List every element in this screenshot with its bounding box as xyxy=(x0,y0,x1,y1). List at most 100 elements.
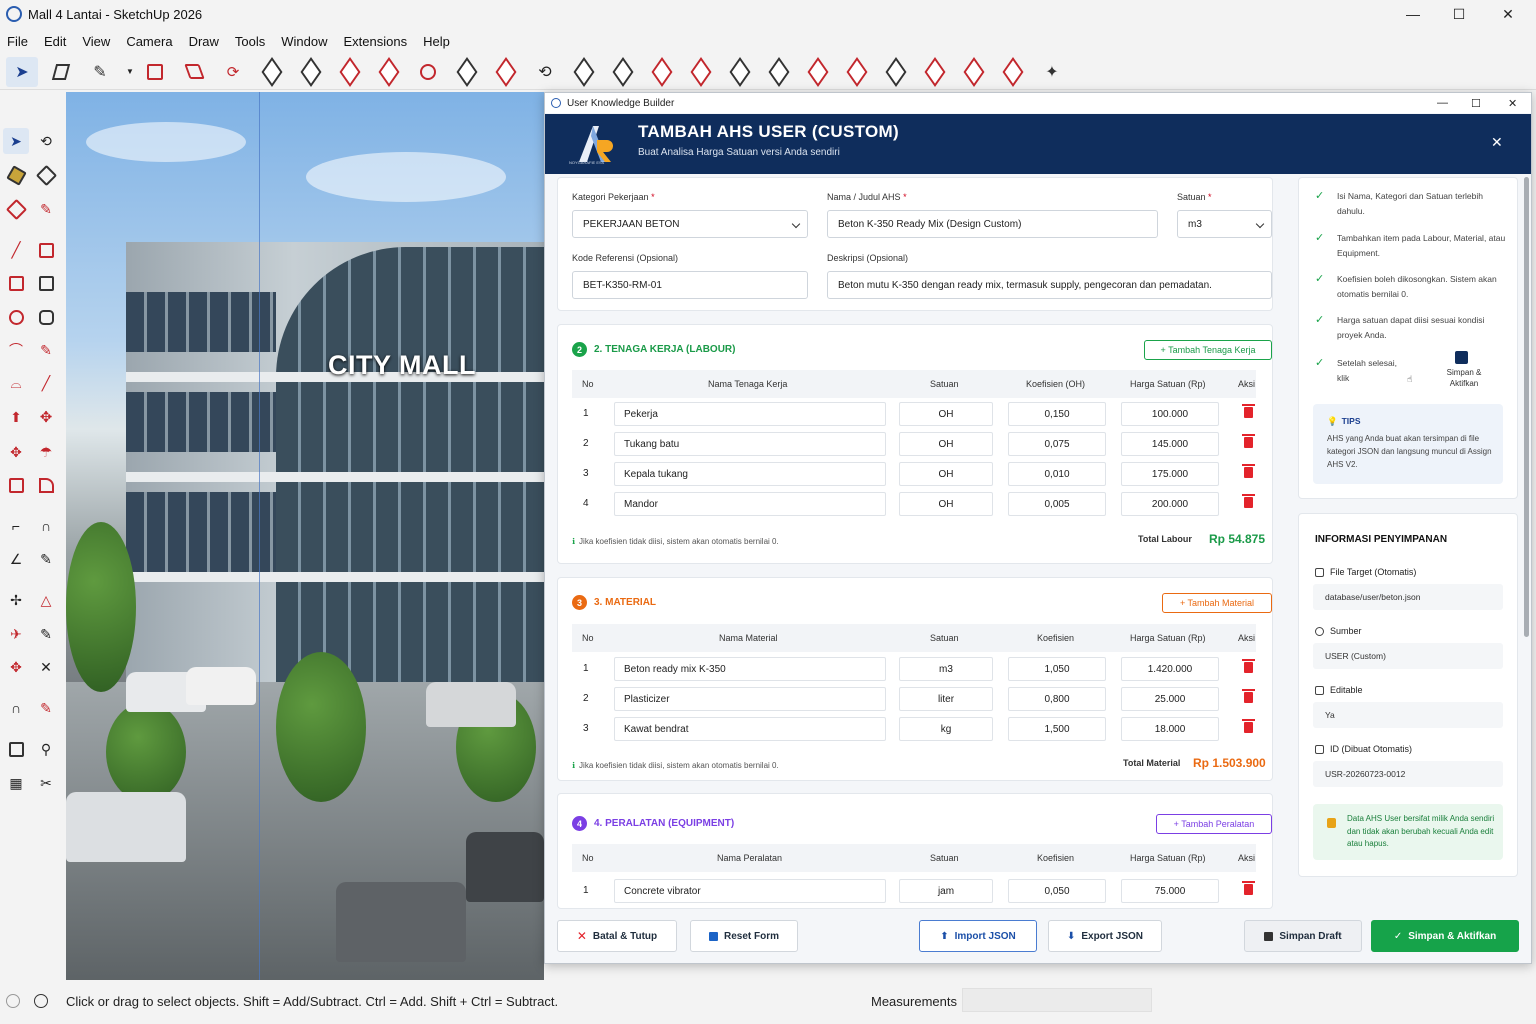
labour-name-input[interactable]: Tukang batu xyxy=(614,432,886,456)
pencil-dropdown-icon[interactable]: ▼ xyxy=(123,57,137,87)
material-coef-input[interactable]: 0,800 xyxy=(1008,687,1106,711)
material-name-input[interactable]: Beton ready mix K-350 xyxy=(614,657,886,681)
scale-icon[interactable] xyxy=(3,472,29,498)
axes-icon[interactable]: ✢ xyxy=(3,587,29,613)
circle-icon[interactable] xyxy=(3,304,29,330)
model-viewport[interactable]: CITY MALL xyxy=(66,92,544,980)
material-price-input[interactable]: 18.000 xyxy=(1121,717,1219,741)
menu-edit[interactable]: Edit xyxy=(44,34,66,49)
material-coef-input[interactable]: 1,050 xyxy=(1008,657,1106,681)
trash-icon[interactable] xyxy=(1242,464,1255,478)
equipment-name-input[interactable]: Concrete vibrator xyxy=(614,879,886,903)
trash-icon[interactable] xyxy=(1242,659,1255,673)
orbit-icon[interactable]: ✈ xyxy=(3,621,29,647)
labour-price-input[interactable]: 200.000 xyxy=(1121,492,1219,516)
labour-coef-input[interactable]: 0,010 xyxy=(1008,462,1106,486)
3d-text-icon[interactable]: △ xyxy=(33,587,59,613)
status-credits-icon[interactable] xyxy=(34,994,48,1008)
material-unit-input[interactable]: liter xyxy=(899,687,993,711)
look-around-icon[interactable]: ✎ xyxy=(33,695,59,721)
menu-view[interactable]: View xyxy=(82,34,110,49)
pan-icon[interactable]: ✎ xyxy=(33,621,59,647)
satuan-select[interactable]: m3 xyxy=(1177,210,1272,238)
add-equipment-button[interactable]: + Tambah Peralatan xyxy=(1156,814,1272,834)
polygon-icon[interactable] xyxy=(33,304,59,330)
labour-unit-input[interactable]: OH xyxy=(899,432,993,456)
deskripsi-input[interactable]: Beton mutu K-350 dengan ready mix, terma… xyxy=(827,271,1272,299)
material-name-input[interactable]: Kawat bendrat xyxy=(614,717,886,741)
component-5-icon[interactable] xyxy=(451,56,483,87)
measurements-input[interactable] xyxy=(962,988,1152,1012)
component-13-icon[interactable] xyxy=(802,56,834,87)
dialog-maximize-button[interactable]: ☐ xyxy=(1471,97,1481,110)
export-json-button[interactable]: ⬇ Export JSON xyxy=(1048,920,1162,952)
labour-coef-input[interactable]: 0,005 xyxy=(1008,492,1106,516)
trash-icon[interactable] xyxy=(1242,689,1255,703)
menu-draw[interactable]: Draw xyxy=(189,34,219,49)
cancel-close-button[interactable]: ✕ Batal & Tutup xyxy=(557,920,677,952)
freehand-arc-icon[interactable]: ╱ xyxy=(33,370,59,396)
component-8-icon[interactable] xyxy=(607,56,639,87)
rotate-component-icon[interactable]: ⟲ xyxy=(529,57,561,87)
offset-icon[interactable] xyxy=(33,472,59,498)
menu-help[interactable]: Help xyxy=(423,34,450,49)
labour-unit-input[interactable]: OH xyxy=(899,402,993,426)
reset-form-button[interactable]: Reset Form xyxy=(690,920,798,952)
walk-icon[interactable]: ∩ xyxy=(3,695,29,721)
component-15-icon[interactable] xyxy=(880,56,912,87)
component-12-icon[interactable] xyxy=(763,56,795,87)
component-18-icon[interactable] xyxy=(997,56,1029,87)
arc2-icon[interactable]: ✎ xyxy=(33,337,59,363)
pencil-tool-icon[interactable]: ✎ xyxy=(84,57,116,87)
material-name-input[interactable]: Plasticizer xyxy=(614,687,886,711)
equipment-coef-input[interactable]: 0,050 xyxy=(1008,879,1106,903)
dimension-icon[interactable]: ∩ xyxy=(33,513,59,539)
tools-icon[interactable]: ✂ xyxy=(33,770,59,796)
dialog-minimize-button[interactable]: — xyxy=(1437,97,1448,109)
minimize-button[interactable]: — xyxy=(1390,0,1436,28)
component-6-icon[interactable] xyxy=(490,56,522,87)
labour-price-input[interactable]: 175.000 xyxy=(1121,462,1219,486)
rotate-icon[interactable]: ✥ xyxy=(3,439,29,465)
pushpull-tool-icon[interactable] xyxy=(178,57,210,87)
dialog-close-window-button[interactable]: ✕ xyxy=(1508,97,1517,110)
line-icon[interactable]: ╱ xyxy=(3,237,29,263)
pie-icon[interactable]: ⌓ xyxy=(3,370,29,396)
equipment-price-input[interactable]: 75.000 xyxy=(1121,879,1219,903)
trash-icon[interactable] xyxy=(1242,434,1255,448)
labour-name-input[interactable]: Mandor xyxy=(614,492,886,516)
material-unit-input[interactable]: m3 xyxy=(899,657,993,681)
pushpull-icon[interactable]: ⬆ xyxy=(3,404,29,430)
kode-input[interactable]: BET-K350-RM-01 xyxy=(572,271,808,299)
material-price-input[interactable]: 25.000 xyxy=(1121,687,1219,711)
component-9-icon[interactable] xyxy=(646,56,678,87)
material-price-input[interactable]: 1.420.000 xyxy=(1121,657,1219,681)
labour-coef-input[interactable]: 0,075 xyxy=(1008,432,1106,456)
trash-icon[interactable] xyxy=(1242,881,1255,895)
labour-name-input[interactable]: Pekerja xyxy=(614,402,886,426)
menu-camera[interactable]: Camera xyxy=(126,34,172,49)
sandbox-icon[interactable]: ▦ xyxy=(3,770,29,796)
dialog-scrollbar[interactable] xyxy=(1522,175,1531,915)
header-close-icon[interactable]: ✕ xyxy=(1491,134,1503,151)
rectangle-tool-icon[interactable] xyxy=(139,57,171,87)
labour-name-input[interactable]: Kepala tukang xyxy=(614,462,886,486)
labour-price-input[interactable]: 145.000 xyxy=(1121,432,1219,456)
text-icon[interactable]: ✎ xyxy=(33,546,59,572)
arc-icon[interactable]: ⌒ xyxy=(3,337,29,363)
trash-icon[interactable] xyxy=(1242,719,1255,733)
lasso-icon[interactable]: ⟲ xyxy=(33,128,59,154)
rectangle-icon[interactable] xyxy=(33,237,59,263)
component-7-icon[interactable] xyxy=(568,56,600,87)
menu-file[interactable]: File xyxy=(7,34,28,49)
zoom-window-icon[interactable]: ✕ xyxy=(33,654,59,680)
protractor-icon[interactable]: ∠ xyxy=(3,546,29,572)
move-tool-icon[interactable]: ⟳ xyxy=(217,57,249,87)
zoom-icon[interactable]: ✥ xyxy=(3,654,29,680)
rotated-rect-icon[interactable] xyxy=(3,270,29,296)
paint-bucket-icon[interactable] xyxy=(3,162,29,188)
scrollbar-thumb[interactable] xyxy=(1524,177,1529,637)
nama-input[interactable]: Beton K-350 Ready Mix (Design Custom) xyxy=(827,210,1158,238)
trash-icon[interactable] xyxy=(1242,404,1255,418)
import-json-button[interactable]: ⬆ Import JSON xyxy=(919,920,1037,952)
